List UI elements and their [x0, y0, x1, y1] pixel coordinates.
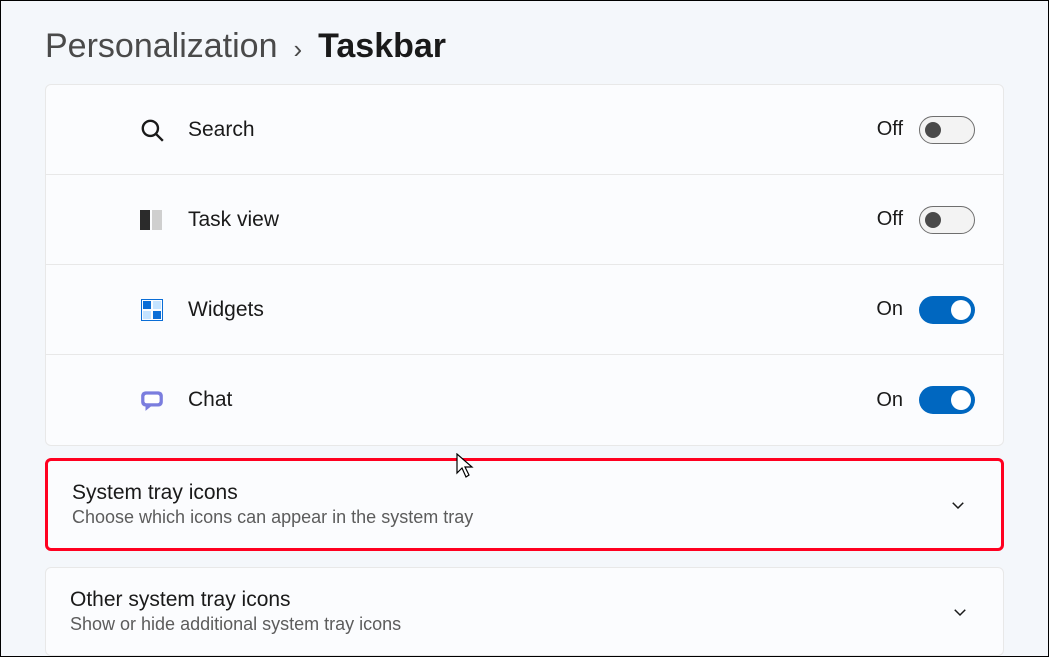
chevron-down-icon [951, 603, 969, 621]
taskbar-item-widgets: Widgets On [46, 265, 1003, 355]
toggle-state-label: Off [877, 118, 903, 141]
toggle-state-label: On [876, 298, 903, 321]
toggle-taskview[interactable] [919, 206, 975, 234]
section-title: Other system tray icons [70, 588, 951, 612]
chevron-right-icon: › [293, 34, 302, 65]
chat-icon [138, 386, 166, 414]
toggle-widgets[interactable] [919, 296, 975, 324]
section-subtitle: Show or hide additional system tray icon… [70, 614, 951, 635]
toggle-chat[interactable] [919, 386, 975, 414]
toggle-search[interactable] [919, 116, 975, 144]
breadcrumb-parent[interactable]: Personalization [45, 27, 277, 66]
search-icon [138, 116, 166, 144]
chevron-down-icon [949, 496, 967, 514]
taskbar-item-label: Chat [188, 388, 876, 412]
toggle-state-label: Off [877, 208, 903, 231]
breadcrumb: Personalization › Taskbar [1, 1, 1048, 84]
taskview-icon [138, 206, 166, 234]
widgets-icon [138, 296, 166, 324]
section-system-tray-icons[interactable]: System tray icons Choose which icons can… [45, 458, 1004, 551]
taskbar-item-label: Widgets [188, 298, 876, 322]
taskbar-item-taskview: Task view Off [46, 175, 1003, 265]
section-other-system-tray-icons[interactable]: Other system tray icons Show or hide add… [45, 567, 1004, 656]
taskbar-item-label: Search [188, 118, 877, 142]
breadcrumb-current: Taskbar [318, 27, 446, 66]
taskbar-item-chat: Chat On [46, 355, 1003, 445]
taskbar-item-label: Task view [188, 208, 877, 232]
taskbar-item-search: Search Off [46, 85, 1003, 175]
taskbar-items-panel: Search Off Task view Off Widgets On Chat… [45, 84, 1004, 446]
section-title: System tray icons [72, 481, 949, 505]
toggle-state-label: On [876, 389, 903, 412]
section-subtitle: Choose which icons can appear in the sys… [72, 507, 949, 528]
